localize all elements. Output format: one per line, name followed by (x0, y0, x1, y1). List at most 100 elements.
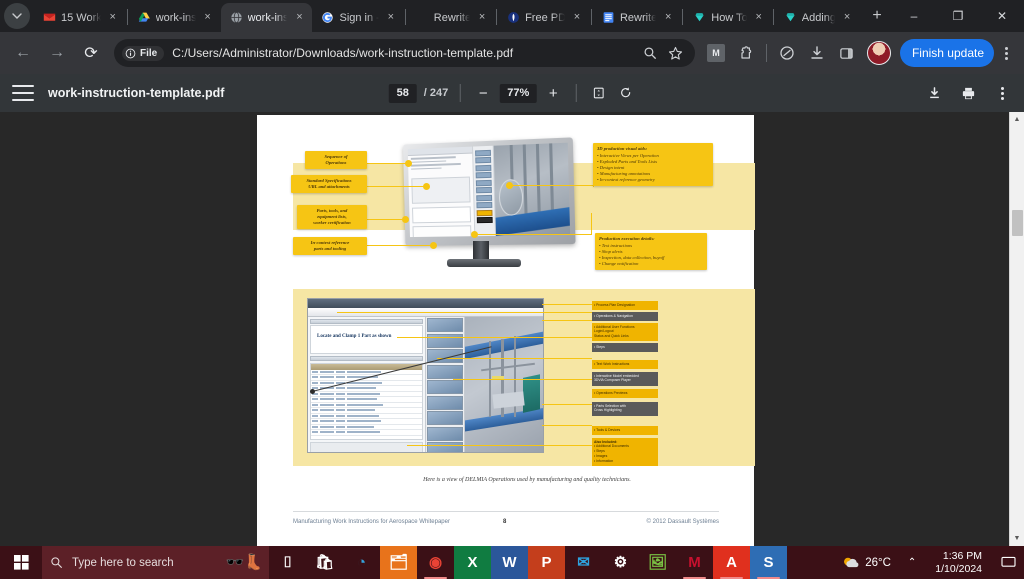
bottom-callout-1: Operations & Navigation (592, 312, 658, 321)
adobe-acrobat-icon[interactable]: A (713, 546, 750, 579)
tab-close-icon[interactable]: × (292, 11, 306, 25)
tab-close-icon[interactable]: × (661, 11, 675, 25)
footer-copyright: © 2012 Dassault Systèmes (646, 519, 719, 525)
microsoft-excel-icon[interactable]: X (454, 546, 491, 579)
settings-gear-icon[interactable]: ⚙ (602, 546, 639, 579)
microsoft-word-icon[interactable]: W (491, 546, 528, 579)
toolbar-divider (460, 84, 462, 102)
leader-line (365, 219, 407, 221)
browser-tab-0[interactable]: 15 Work × (34, 3, 126, 32)
zoom-out-button[interactable]: − (473, 83, 493, 103)
microsoft-edge-icon[interactable]: ◔ (343, 546, 380, 579)
print-icon[interactable] (958, 83, 978, 103)
leader-line (591, 213, 593, 235)
weather-widget[interactable]: 26°C (834, 555, 899, 570)
browser-tab-4[interactable]: Rewrite × (407, 3, 495, 32)
kebab-menu-icon[interactable] (995, 39, 1017, 67)
notification-icon[interactable] (992, 546, 1024, 579)
weather-temperature: 26°C (865, 556, 891, 569)
windows-start-button[interactable] (0, 546, 42, 579)
tab-close-icon[interactable]: × (201, 11, 215, 25)
rotate-icon[interactable] (615, 83, 635, 103)
tab-close-icon[interactable]: × (384, 11, 398, 25)
callout-title: 3D production visual aids: (597, 146, 648, 151)
sumatra-pdf-icon[interactable]: S (750, 546, 787, 579)
fit-page-icon[interactable] (588, 83, 608, 103)
grammarly-icon[interactable]: M (702, 39, 730, 67)
file-explorer-icon[interactable]: 🗂 (380, 546, 417, 579)
extensions-puzzle-icon[interactable] (732, 39, 760, 67)
search-tabs-icon[interactable] (4, 3, 30, 29)
windows-taskbar: Type here to search 🕶️👢 ⌷ 🛍 ◔ 🗂 ◉ X W P ✉ ⚙ 🖼 M A S 2… (0, 546, 1024, 579)
photo-editor-icon[interactable]: 🖼 (639, 546, 676, 579)
bookmark-star-icon[interactable] (663, 40, 689, 66)
task-view-icon[interactable]: ⌷ (269, 546, 306, 579)
file-scheme-chip[interactable]: File (122, 45, 165, 61)
hamburger-menu-icon[interactable] (12, 85, 34, 101)
tab-close-icon[interactable]: × (840, 11, 854, 25)
kebab-menu-icon[interactable] (992, 83, 1012, 103)
callout-title: In-context reference parts and tooling (310, 240, 350, 252)
new-tab-button[interactable]: + (864, 3, 890, 29)
finish-update-button[interactable]: Finish update (899, 39, 994, 67)
shield-slash-icon[interactable] (773, 39, 801, 67)
clock[interactable]: 1:36 PM 1/10/2024 (925, 550, 992, 576)
callout-standard-specifications: Standard Specifications URL and attachme… (291, 175, 367, 194)
leader-line (510, 185, 594, 187)
close-button[interactable]: ✕ (980, 0, 1024, 32)
figure-caption: Here is a view of DELMIA Operations used… (423, 477, 631, 483)
forward-button[interactable]: → (42, 38, 72, 68)
tab-close-icon[interactable]: × (570, 11, 584, 25)
tab-label: Rewrite (433, 11, 471, 24)
browser-tab-1[interactable]: work-ins × (129, 3, 221, 32)
tab-close-icon[interactable]: × (106, 11, 120, 25)
reload-button[interactable]: ⟳ (76, 38, 106, 68)
pdf-toolbar: work-instruction-template.pdf 58 / 247 −… (0, 74, 1024, 112)
zoom-in-button[interactable]: + (543, 83, 563, 103)
address-bar[interactable]: File C:/Users/Administrator/Downloads/wo… (114, 39, 695, 67)
taskbar-icon-glyph: ◉ (428, 554, 443, 571)
zoom-level-value[interactable]: 77% (500, 83, 537, 103)
microsoft-store-icon[interactable]: 🛍 (306, 546, 343, 579)
browser-tab-3[interactable]: Sign in - × (312, 3, 403, 32)
browser-tab-5[interactable]: Free PD × (498, 3, 590, 32)
tab-label: Rewrite (619, 11, 657, 24)
tab-close-icon[interactable]: × (475, 11, 489, 25)
search-icon[interactable] (637, 40, 663, 66)
taskbar-icon-glyph: M (688, 554, 701, 571)
tab-label: How To (711, 11, 747, 24)
browser-tab-2[interactable]: work-ins × (220, 3, 313, 32)
microsoft-powerpoint-icon[interactable]: P (528, 546, 565, 579)
browser-tab-6[interactable]: Rewrite × (593, 3, 681, 32)
vertical-scrollbar[interactable]: ▲ ▼ (1009, 112, 1024, 546)
browser-tab-7[interactable]: How To × (684, 3, 771, 32)
leader-line (542, 320, 592, 322)
minimize-button[interactable]: – (892, 0, 936, 32)
search-input[interactable]: Type here to search 🕶️👢 (42, 546, 269, 579)
scroll-down-arrow[interactable]: ▼ (1010, 531, 1024, 546)
page-number-input[interactable]: 58 (388, 83, 417, 103)
tray-expand-chevron[interactable]: ⌃ (899, 557, 925, 568)
file-scheme-label: File (140, 47, 158, 59)
scrollbar-thumb[interactable] (1012, 210, 1023, 236)
taskbar-icon-glyph: 🗂 (388, 554, 409, 571)
taskbar-icon-glyph: ⌷ (282, 554, 292, 571)
scroll-up-arrow[interactable]: ▲ (1010, 112, 1024, 127)
download-icon[interactable] (803, 39, 831, 67)
side-panel-icon[interactable] (833, 39, 861, 67)
maximize-button[interactable]: ❐ (936, 0, 980, 32)
pdf-content-area[interactable]: Sequence of Operations Standard Specific… (0, 112, 1024, 546)
pdf-file-name: work-instruction-template.pdf (48, 86, 225, 100)
quillbot-icon (507, 11, 520, 24)
download-icon[interactable] (924, 83, 944, 103)
mcafee-icon[interactable]: M (676, 546, 713, 579)
profile-avatar[interactable] (866, 41, 891, 65)
mail-icon[interactable]: ✉ (565, 546, 602, 579)
back-button[interactable]: ← (8, 38, 38, 68)
google-chrome-icon[interactable]: ◉ (417, 546, 454, 579)
clock-time: 1:36 PM (942, 549, 982, 562)
taskbar-icon-glyph: 🛍 (314, 554, 335, 571)
leader-line (474, 234, 592, 236)
browser-tab-8[interactable]: Adding × (775, 3, 860, 32)
tab-close-icon[interactable]: × (752, 11, 766, 25)
